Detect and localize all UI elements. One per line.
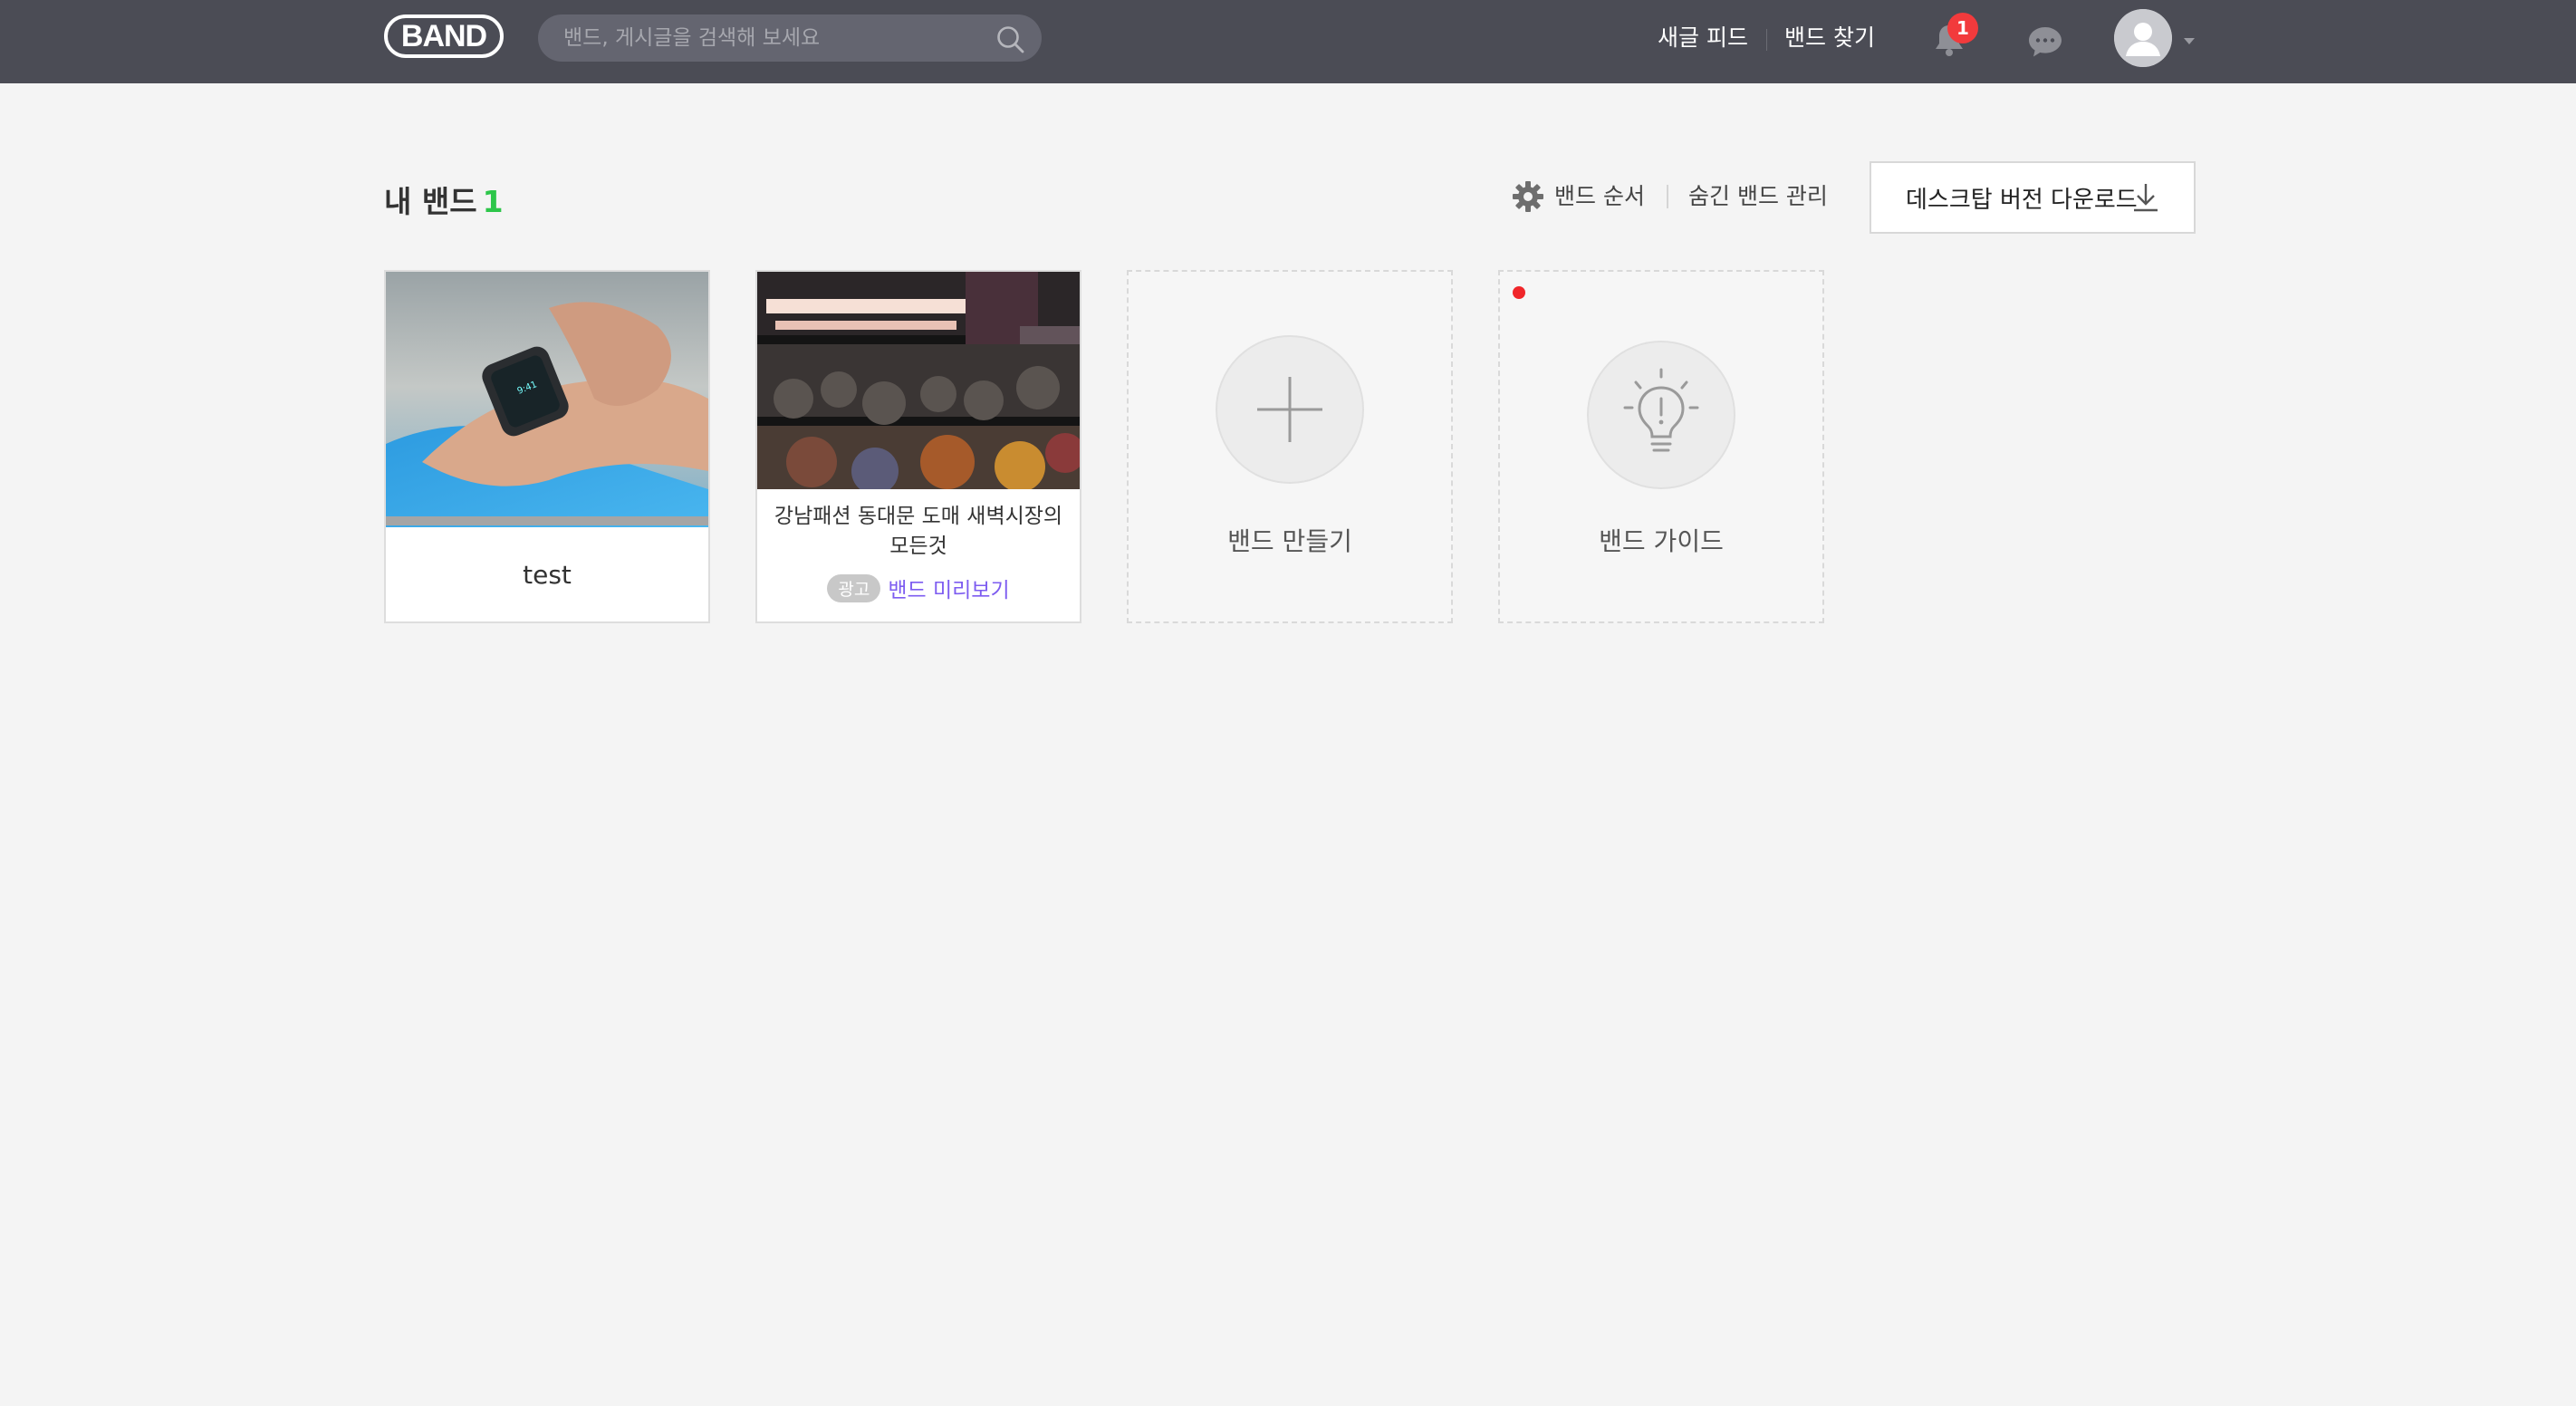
band-guide-circle	[1587, 341, 1735, 489]
plus-icon	[1257, 377, 1322, 442]
my-bands-count: 1	[482, 184, 504, 219]
band-card-test[interactable]: 9:41 test	[384, 270, 710, 623]
my-bands-title: 내 밴드 1	[384, 178, 504, 221]
ad-band-name[interactable]: 강남패션 동대문 도매 새벽시장의 모든것	[757, 502, 1080, 562]
search-box[interactable]	[538, 14, 1042, 62]
hidden-bands-link[interactable]: 숨긴 밴드 관리	[1688, 179, 1828, 214]
create-band-label[interactable]: 밴드 만들기	[1129, 522, 1451, 558]
lightbulb-icon	[1623, 368, 1699, 452]
cover-divider	[386, 516, 708, 525]
ad-band-name-line1: 강남패션 동대문 도매 새벽시장의	[774, 505, 1063, 528]
ad-band-name-line2: 모든것	[889, 534, 947, 558]
find-band-link[interactable]: 밴드 찾기	[1784, 20, 1875, 56]
link-divider	[1667, 185, 1668, 208]
search-icon[interactable]	[995, 24, 1027, 56]
band-guide-card[interactable]: 밴드 가이드	[1498, 270, 1824, 623]
create-band-card[interactable]: 밴드 만들기	[1127, 270, 1453, 623]
nav-divider	[1766, 29, 1767, 51]
ad-cover-image	[757, 272, 1080, 489]
download-icon	[2134, 184, 2158, 212]
create-band-circle	[1216, 335, 1364, 484]
user-icon	[2114, 9, 2172, 67]
top-navigation-bar: BAND 새글 피드 밴드 찾기 1	[0, 0, 2576, 83]
new-feed-link[interactable]: 새글 피드	[1658, 20, 1748, 56]
search-input[interactable]	[562, 25, 978, 51]
caret-down-icon[interactable]	[2181, 34, 2197, 47]
band-logo[interactable]: BAND	[384, 14, 504, 58]
band-preview-link[interactable]: 밴드 미리보기	[888, 579, 1009, 602]
profile-avatar[interactable]	[2114, 9, 2172, 67]
notification-count-badge: 1	[1947, 13, 1978, 43]
ad-band-card[interactable]: 강남패션 동대문 도매 새벽시장의 모든것 광고 밴드 미리보기	[755, 270, 1081, 623]
my-bands-title-text: 내 밴드	[384, 184, 477, 219]
desktop-download-button[interactable]: 데스크탑 버전 다운로드	[1870, 161, 2196, 234]
band-guide-label[interactable]: 밴드 가이드	[1500, 522, 1822, 558]
new-indicator-dot	[1513, 286, 1525, 299]
desktop-download-label: 데스크탑 버전 다운로드	[1906, 186, 2138, 214]
band-name[interactable]: test	[386, 560, 708, 590]
chat-icon[interactable]	[2025, 22, 2065, 62]
ad-meta: 광고 밴드 미리보기	[757, 573, 1080, 603]
band-order-link[interactable]: 밴드 순서	[1554, 179, 1645, 214]
gear-icon[interactable]	[1511, 179, 1545, 214]
band-cover-image: 9:41	[386, 272, 708, 527]
ad-badge: 광고	[827, 574, 881, 602]
